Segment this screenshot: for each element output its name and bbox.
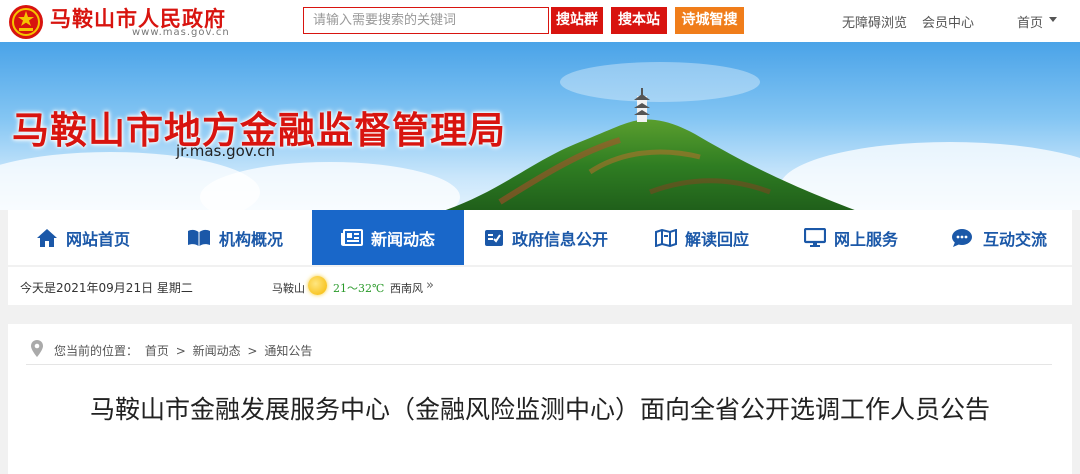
cloud-decoration — [200, 162, 460, 210]
national-emblem-logo[interactable] — [8, 4, 44, 40]
nav-item-label: 新闻动态 — [370, 229, 435, 249]
current-date: 今天是2021年09月21日 星期二 — [20, 281, 193, 295]
map-icon — [654, 228, 677, 247]
department-url: jr.mas.gov.cn — [176, 142, 276, 160]
nav-item-label: 机构概况 — [218, 229, 283, 249]
location-pin-icon — [31, 340, 43, 357]
document-icon — [484, 229, 503, 246]
breadcrumb-news[interactable]: 新闻动态 — [193, 344, 241, 358]
breadcrumb: 您当前的位置： 首页 > 新闻动态 > 通知公告 — [26, 334, 1052, 365]
article-panel: 您当前的位置： 首页 > 新闻动态 > 通知公告 马鞍山市金融发展服务中心（金融… — [8, 324, 1072, 474]
article-title: 马鞍山市金融发展服务中心（金融风险监测中心）面向全省公开选调工作人员公告 — [89, 395, 990, 424]
nav-item-online-service[interactable]: 网上服务 — [776, 210, 926, 265]
book-icon — [187, 229, 210, 246]
breadcrumb-trail: 您当前的位置： 首页 > 新闻动态 > 通知公告 — [54, 342, 315, 359]
weather-temperature: 21～32℃ — [333, 282, 385, 295]
accessibility-link[interactable]: 无障碍浏览 — [842, 12, 907, 31]
breadcrumb-prefix: 您当前的位置： — [54, 344, 139, 358]
monitor-icon — [803, 227, 826, 247]
weather-city: 马鞍山 — [272, 282, 305, 295]
breadcrumb-notices[interactable]: 通知公告 — [264, 344, 312, 358]
home-dropdown[interactable]: 首页 — [1017, 12, 1043, 31]
breadcrumb-separator: > — [175, 344, 186, 358]
nav-item-home[interactable]: 网站首页 — [8, 210, 158, 265]
chat-icon — [951, 228, 972, 247]
main-nav: 网站首页 机构概况 新闻动态 政府信息公开 解读回应 网上服务 互动交流 — [8, 210, 1072, 265]
nav-item-interaction[interactable]: 互动交流 — [926, 210, 1072, 265]
top-bar: 马鞍山市人民政府 www.mas.gov.cn 搜站群 搜本站 诗城智搜 无障碍… — [0, 0, 1080, 42]
nav-item-news[interactable]: 新闻动态 — [312, 210, 464, 265]
home-icon — [36, 228, 57, 247]
search-input[interactable] — [304, 8, 549, 33]
nav-item-label: 互动交流 — [982, 229, 1047, 249]
sun-icon — [308, 276, 327, 295]
breadcrumb-home[interactable]: 首页 — [145, 344, 169, 358]
double-chevron-right-icon[interactable]: » — [426, 278, 434, 293]
banner: 马鞍山市地方金融监督管理局 jr.mas.gov.cn — [0, 42, 1080, 210]
nav-item-label: 政府信息公开 — [511, 229, 608, 249]
chevron-down-icon[interactable] — [1049, 17, 1057, 22]
mountain-pagoda-image — [445, 88, 855, 210]
member-center-link[interactable]: 会员中心 — [922, 12, 974, 31]
info-bar: 今天是2021年09月21日 星期二 马鞍山 21～32℃ 西南风 » — [8, 267, 1072, 305]
smart-search-button[interactable]: 诗城智搜 — [675, 7, 744, 34]
site-url: www.mas.gov.cn — [132, 27, 230, 38]
search-site-group-button[interactable]: 搜站群 — [551, 7, 603, 34]
search-this-site-button[interactable]: 搜本站 — [611, 7, 667, 34]
nav-item-organization[interactable]: 机构概况 — [158, 210, 312, 265]
nav-item-label: 网站首页 — [65, 229, 130, 249]
search-box — [303, 7, 549, 34]
nav-item-gov-info[interactable]: 政府信息公开 — [464, 210, 628, 265]
newspaper-icon — [340, 228, 363, 246]
breadcrumb-separator: > — [247, 344, 258, 358]
nav-item-label: 网上服务 — [833, 229, 898, 249]
nav-item-interpretation[interactable]: 解读回应 — [628, 210, 776, 265]
weather-wind: 西南风 — [390, 282, 423, 295]
nav-item-label: 解读回应 — [684, 229, 749, 249]
